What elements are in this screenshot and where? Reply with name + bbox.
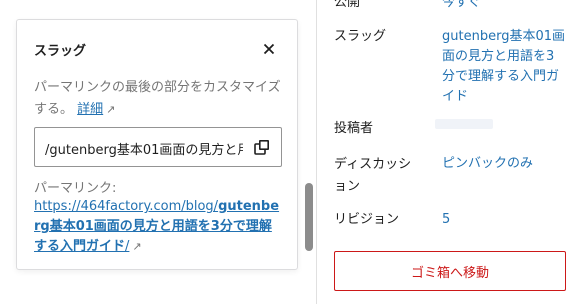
- copy-icon[interactable]: [251, 137, 273, 159]
- description-text: パーマリンクの最後の部分をカスタマイズする。: [34, 80, 281, 117]
- permalink-label: パーマリンク:: [34, 181, 117, 196]
- external-link-icon: ↗: [106, 103, 116, 116]
- close-icon[interactable]: [257, 37, 281, 61]
- author-value[interactable]: [435, 119, 493, 129]
- permalink-base: https://464factory.com/blog/: [34, 199, 219, 214]
- popover-description: パーマリンクの最後の部分をカスタマイズする。 詳細 ↗: [34, 77, 286, 121]
- author-label: 投稿者: [334, 121, 374, 136]
- post-settings-screen: 公開 今すぐ スラッグ gutenberg基本01画面の見方と用語を3分で理解す…: [0, 0, 588, 304]
- permalink: https://464factory.com/blog/gutenberg基本0…: [34, 197, 282, 257]
- move-to-trash-button[interactable]: ゴミ箱へ移動: [334, 251, 566, 291]
- discussion-label: ディスカッション: [334, 157, 412, 194]
- permalink-tail: /: [125, 239, 130, 254]
- publish-label: 公開: [334, 0, 361, 10]
- publish-value-link[interactable]: 今すぐ: [442, 0, 481, 13]
- revisions-value-link[interactable]: 5: [442, 210, 450, 230]
- details-link[interactable]: 詳細: [77, 102, 103, 117]
- slug-input[interactable]: /gutenberg基本01画面の見方と用語を3分で理解する入門ガイド/: [34, 127, 282, 167]
- discussion-value-link[interactable]: ピンバックのみ: [442, 154, 533, 174]
- external-link-icon: ↗: [132, 240, 142, 253]
- slug-popover: スラッグ パーマリンクの最後の部分をカスタマイズする。 詳細 ↗ /gutenbe…: [16, 19, 298, 270]
- scrollbar-thumb[interactable]: [305, 183, 313, 251]
- slug-value-link[interactable]: gutenberg基本01画面の見方と用語を3分で理解する入門ガイド: [442, 27, 566, 107]
- slug-label: スラッグ: [334, 29, 387, 44]
- revisions-label: リビジョン: [334, 212, 400, 227]
- slug-input-value: /gutenberg基本01画面の見方と用語を3分で理解する入門ガイド/: [45, 143, 243, 157]
- panel-divider: [316, 0, 317, 304]
- popover-title: スラッグ: [34, 44, 87, 59]
- permalink-link[interactable]: https://464factory.com/blog/gutenberg基本0…: [34, 199, 279, 254]
